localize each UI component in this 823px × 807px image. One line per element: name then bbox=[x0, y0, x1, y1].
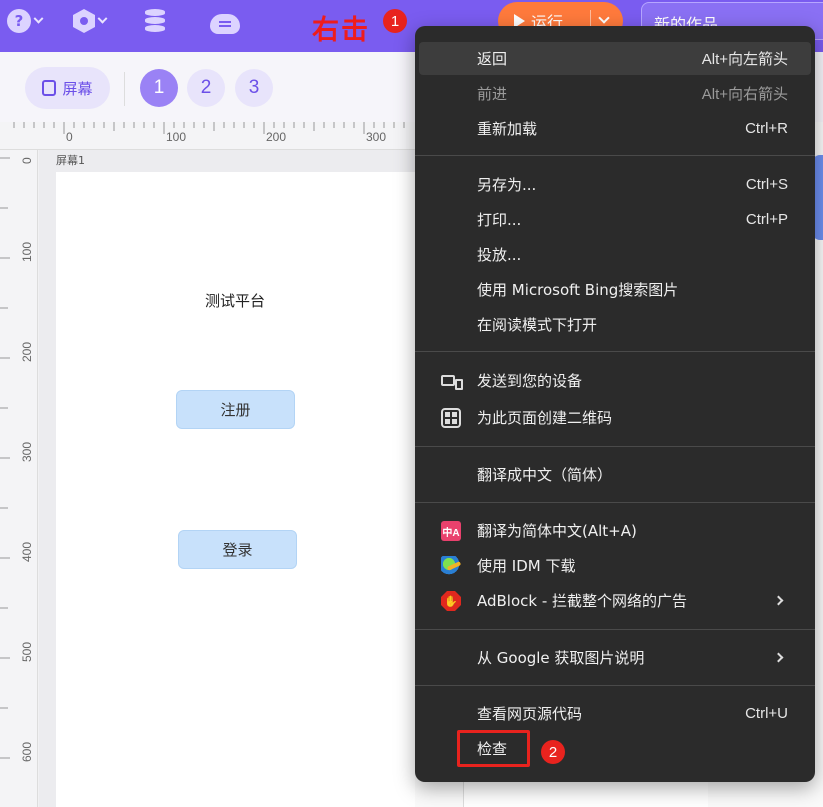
inspect-highlight-box bbox=[457, 730, 530, 767]
chevron-right-icon bbox=[773, 595, 784, 606]
register-button[interactable]: 注册 bbox=[176, 390, 295, 429]
translate-icon: 中A bbox=[441, 521, 461, 541]
menu-item-bing-image-search[interactable]: 使用 Microsoft Bing搜索图片 bbox=[419, 273, 811, 306]
chevron-down-icon bbox=[97, 13, 108, 24]
database-button[interactable] bbox=[145, 8, 167, 34]
step-badge-1: 1 bbox=[383, 9, 407, 33]
menu-separator bbox=[415, 629, 815, 630]
page-tab-1[interactable]: 1 bbox=[140, 69, 178, 107]
menu-item-reading-mode[interactable]: 在阅读模式下打开 bbox=[419, 308, 811, 341]
menu-item-qr-code[interactable]: 为此页面创建二维码 bbox=[419, 401, 811, 434]
step-badge-2: 2 bbox=[541, 740, 565, 764]
menu-item-cast[interactable]: 投放... bbox=[419, 238, 811, 271]
phone-screen[interactable] bbox=[56, 172, 415, 807]
page-tab-3[interactable]: 3 bbox=[235, 69, 273, 107]
menu-item-google-image-description[interactable]: 从 Google 获取图片说明 bbox=[419, 641, 811, 674]
menu-item-view-source[interactable]: 查看网页源代码 Ctrl+U bbox=[419, 697, 811, 730]
menu-separator bbox=[415, 351, 815, 352]
menu-item-send-to-devices[interactable]: 发送到您的设备 bbox=[419, 364, 811, 397]
menu-item-back[interactable]: 返回 Alt+向左箭头 bbox=[419, 42, 811, 75]
menu-separator bbox=[415, 446, 815, 447]
horizontal-ruler: 0 100 200 300 bbox=[0, 122, 415, 150]
ruler-label: 300 bbox=[366, 130, 387, 144]
menu-item-adblock[interactable]: ✋ AdBlock - 拦截整个网络的广告 bbox=[419, 584, 811, 617]
plugin-icon bbox=[73, 9, 95, 33]
login-button[interactable]: 登录 bbox=[178, 530, 297, 569]
ruler-label: 600 bbox=[20, 741, 34, 762]
right-click-annotation: 右击 bbox=[312, 15, 370, 46]
screen-name-label: 屏幕1 bbox=[56, 154, 85, 167]
ruler-label: 500 bbox=[20, 641, 34, 662]
ruler-label: 100 bbox=[166, 130, 187, 144]
menu-item-forward[interactable]: 前进 Alt+向右箭头 bbox=[419, 77, 811, 110]
menu-separator bbox=[415, 155, 815, 156]
chevron-right-icon bbox=[773, 652, 784, 663]
menu-item-translate-extension[interactable]: 中A 翻译为简体中文(Alt+A) bbox=[419, 514, 811, 547]
qr-code-icon bbox=[441, 408, 461, 428]
device-icon bbox=[441, 375, 463, 390]
database-icon bbox=[145, 9, 167, 33]
ruler-label: 400 bbox=[20, 541, 34, 562]
menu-separator bbox=[415, 685, 815, 686]
app-title-label[interactable]: 测试平台 bbox=[205, 290, 265, 311]
page-tab-2[interactable]: 2 bbox=[187, 69, 225, 107]
screen-button[interactable]: 屏幕 bbox=[25, 67, 110, 109]
menu-item-translate-page[interactable]: 翻译成中文（简体） bbox=[419, 458, 811, 491]
ruler-label: 100 bbox=[20, 241, 34, 262]
screen-icon bbox=[42, 80, 57, 96]
menu-item-idm-download[interactable]: 使用 IDM 下载 bbox=[419, 549, 811, 582]
help-menu[interactable]: ? bbox=[7, 8, 44, 34]
screen-button-label: 屏幕 bbox=[62, 79, 93, 98]
help-icon: ? bbox=[7, 9, 31, 33]
menu-separator bbox=[415, 502, 815, 503]
context-menu: 返回 Alt+向左箭头 前进 Alt+向右箭头 重新加载 Ctrl+R 另存为.… bbox=[415, 26, 815, 782]
chevron-down-icon[interactable] bbox=[598, 12, 610, 24]
ruler-label: 0 bbox=[66, 130, 73, 144]
ruler-label: 0 bbox=[20, 157, 34, 164]
chevron-down-icon bbox=[33, 13, 44, 24]
vertical-ruler: 0 100 200 300 400 500 600 bbox=[0, 150, 38, 807]
menu-item-reload[interactable]: 重新加载 Ctrl+R bbox=[419, 112, 811, 145]
menu-item-save-as[interactable]: 另存为... Ctrl+S bbox=[419, 168, 811, 201]
ruler-label: 200 bbox=[20, 341, 34, 362]
cloud-icon bbox=[210, 14, 240, 34]
menu-item-print[interactable]: 打印... Ctrl+P bbox=[419, 203, 811, 236]
cloud-button[interactable] bbox=[210, 11, 240, 37]
plugin-menu[interactable] bbox=[73, 8, 108, 34]
adblock-hand-icon: ✋ bbox=[441, 591, 461, 611]
idm-icon bbox=[441, 556, 461, 576]
ruler-label: 300 bbox=[20, 441, 34, 462]
ruler-label: 200 bbox=[266, 130, 287, 144]
